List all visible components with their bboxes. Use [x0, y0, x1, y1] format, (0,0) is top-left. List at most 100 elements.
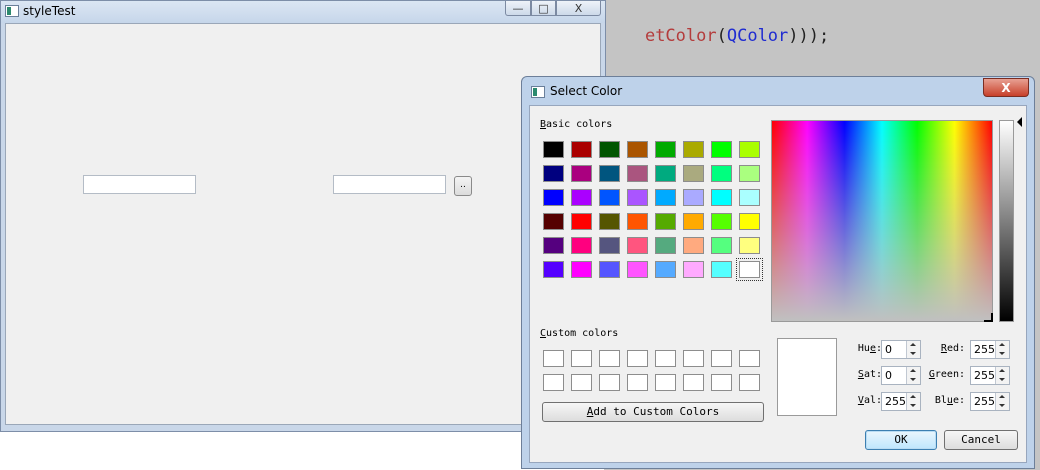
basic-color-swatch[interactable] [571, 189, 592, 206]
spin-down-icon[interactable] [999, 404, 1005, 407]
spin-down-icon[interactable] [999, 352, 1005, 355]
custom-color-slot[interactable] [739, 350, 760, 367]
add-to-custom-colors-button[interactable]: Add to Custom Colors [542, 402, 764, 422]
basic-color-swatch[interactable] [543, 213, 564, 230]
dialog-titlebar[interactable]: Select Color X [522, 77, 1034, 105]
basic-color-swatch[interactable] [683, 165, 704, 182]
spin-up-icon[interactable] [910, 395, 916, 398]
custom-color-slot[interactable] [711, 374, 732, 391]
basic-color-swatch[interactable] [739, 141, 760, 158]
custom-color-slot[interactable] [739, 374, 760, 391]
spectrum-cursor-icon[interactable] [984, 313, 993, 322]
custom-color-slot[interactable] [599, 374, 620, 391]
basic-color-swatch[interactable] [711, 165, 732, 182]
basic-color-swatch[interactable] [739, 189, 760, 206]
custom-color-slot[interactable] [571, 374, 592, 391]
custom-color-slot[interactable] [543, 374, 564, 391]
spin-up-icon[interactable] [910, 369, 916, 372]
basic-color-swatch[interactable] [655, 261, 676, 278]
basic-color-swatch[interactable] [599, 141, 620, 158]
basic-color-swatch[interactable] [599, 237, 620, 254]
spin-arrows[interactable] [906, 393, 920, 410]
basic-color-swatch[interactable] [655, 165, 676, 182]
basic-color-swatch[interactable] [711, 141, 732, 158]
blue-spinbox[interactable]: 255 [970, 392, 1010, 411]
dialog-close-button[interactable]: X [983, 78, 1029, 97]
close-button[interactable]: X [556, 1, 601, 16]
basic-color-swatch[interactable] [739, 237, 760, 254]
maximize-button[interactable]: □ [531, 1, 556, 16]
second-line-edit[interactable] [333, 175, 446, 194]
custom-color-slot[interactable] [683, 350, 704, 367]
spin-arrows[interactable] [995, 367, 1009, 384]
basic-color-swatch[interactable] [739, 165, 760, 182]
luminance-slider[interactable] [999, 120, 1014, 322]
custom-color-slot[interactable] [571, 350, 592, 367]
basic-color-swatch[interactable] [711, 189, 732, 206]
basic-color-swatch[interactable] [711, 213, 732, 230]
spin-arrows[interactable] [995, 341, 1009, 358]
custom-color-slot[interactable] [683, 374, 704, 391]
custom-color-slot[interactable] [711, 350, 732, 367]
minimize-button[interactable]: — [505, 1, 531, 16]
custom-color-slot[interactable] [655, 374, 676, 391]
custom-color-slot[interactable] [627, 374, 648, 391]
basic-color-swatch[interactable] [599, 213, 620, 230]
basic-color-swatch[interactable] [543, 141, 564, 158]
basic-color-swatch[interactable] [571, 165, 592, 182]
basic-color-swatch[interactable] [627, 165, 648, 182]
spin-arrows[interactable] [995, 393, 1009, 410]
basic-color-swatch[interactable] [655, 141, 676, 158]
basic-color-swatch[interactable] [627, 237, 648, 254]
basic-color-swatch[interactable] [683, 261, 704, 278]
spin-down-icon[interactable] [999, 378, 1005, 381]
basic-color-swatch[interactable] [739, 213, 760, 230]
spin-down-icon[interactable] [910, 378, 916, 381]
spin-up-icon[interactable] [999, 343, 1005, 346]
basic-color-swatch[interactable] [571, 261, 592, 278]
basic-color-swatch[interactable] [655, 213, 676, 230]
green-spinbox[interactable]: 255 [970, 366, 1010, 385]
custom-color-slot[interactable] [543, 350, 564, 367]
basic-color-swatch[interactable] [655, 189, 676, 206]
spin-up-icon[interactable] [910, 343, 916, 346]
basic-color-swatch[interactable] [543, 261, 564, 278]
window-titlebar[interactable]: styleTest — □ X [1, 1, 605, 23]
cancel-button[interactable]: Cancel [944, 430, 1018, 450]
hue-saturation-picker[interactable] [771, 120, 993, 322]
red-spinbox[interactable]: 255 [970, 340, 1010, 359]
spin-up-icon[interactable] [999, 369, 1005, 372]
ok-button[interactable]: OK [865, 430, 937, 450]
basic-color-swatch[interactable] [627, 141, 648, 158]
basic-color-swatch[interactable] [543, 189, 564, 206]
basic-color-swatch[interactable] [571, 237, 592, 254]
basic-color-swatch[interactable] [683, 141, 704, 158]
basic-color-swatch[interactable] [627, 261, 648, 278]
spin-down-icon[interactable] [910, 404, 916, 407]
basic-color-swatch[interactable] [543, 237, 564, 254]
browse-button[interactable]: .. [454, 176, 472, 196]
basic-color-swatch[interactable] [599, 165, 620, 182]
custom-color-slot[interactable] [627, 350, 648, 367]
val-spinbox[interactable]: 255 [881, 392, 921, 411]
basic-color-swatch[interactable] [736, 258, 763, 281]
basic-color-swatch[interactable] [543, 165, 564, 182]
first-line-edit[interactable] [83, 175, 196, 194]
basic-color-swatch[interactable] [571, 213, 592, 230]
sat-spinbox[interactable]: 0 [881, 366, 921, 385]
basic-color-swatch[interactable] [599, 189, 620, 206]
basic-color-swatch[interactable] [571, 141, 592, 158]
basic-color-swatch[interactable] [683, 237, 704, 254]
custom-color-slot[interactable] [655, 350, 676, 367]
basic-color-swatch[interactable] [627, 213, 648, 230]
spin-up-icon[interactable] [999, 395, 1005, 398]
basic-color-swatch[interactable] [711, 237, 732, 254]
basic-color-swatch[interactable] [683, 213, 704, 230]
basic-color-swatch[interactable] [627, 189, 648, 206]
luminance-pointer-icon[interactable] [1017, 117, 1022, 127]
basic-color-swatch[interactable] [655, 237, 676, 254]
spin-arrows[interactable] [906, 341, 920, 358]
basic-color-swatch[interactable] [683, 189, 704, 206]
spin-arrows[interactable] [906, 367, 920, 384]
basic-color-swatch[interactable] [599, 261, 620, 278]
